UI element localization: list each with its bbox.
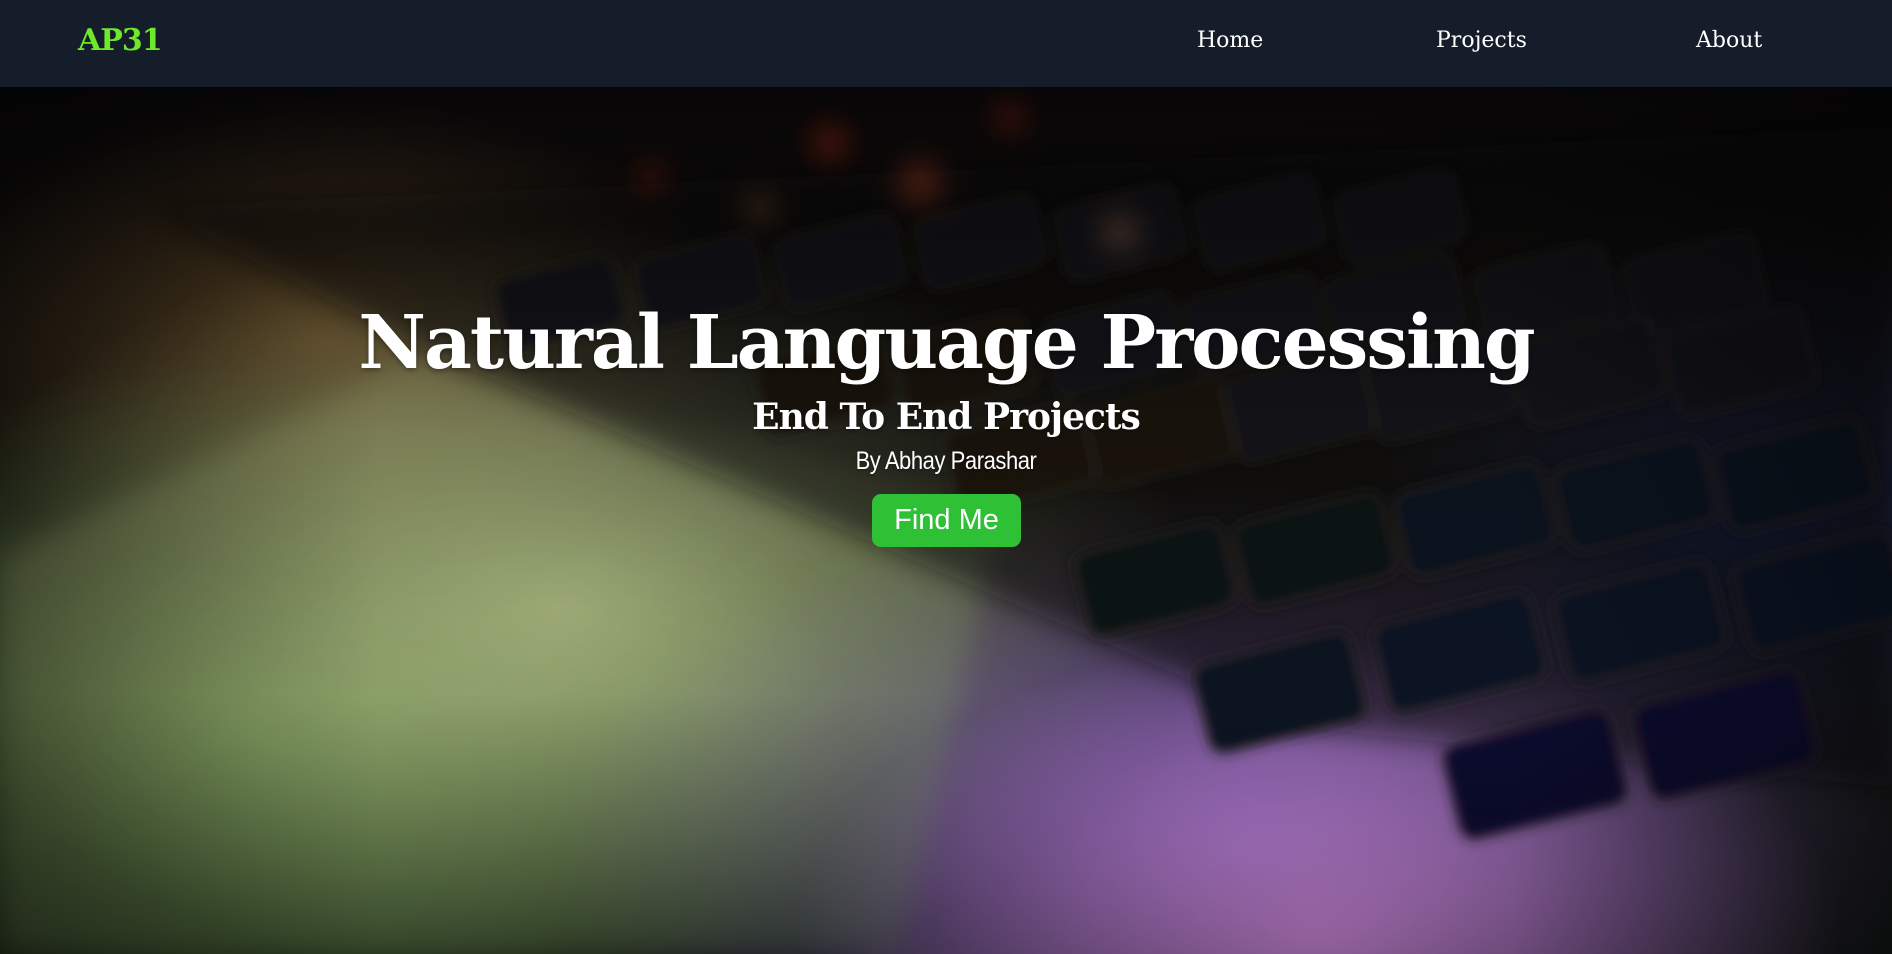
find-me-button[interactable]: Find Me bbox=[872, 494, 1021, 547]
hero-author: By Abhay Parashar bbox=[855, 447, 1037, 475]
brand-logo[interactable]: AP31 bbox=[78, 20, 163, 62]
hero-subtitle: End To End Projects bbox=[752, 396, 1141, 438]
nav-link-about[interactable]: About bbox=[1696, 24, 1762, 58]
nav-link-projects[interactable]: Projects bbox=[1436, 24, 1527, 58]
hero-title: Natural Language Processing bbox=[358, 300, 1535, 386]
navbar: AP31 Home Projects About bbox=[0, 0, 1892, 87]
nav-link-home[interactable]: Home bbox=[1197, 24, 1263, 58]
